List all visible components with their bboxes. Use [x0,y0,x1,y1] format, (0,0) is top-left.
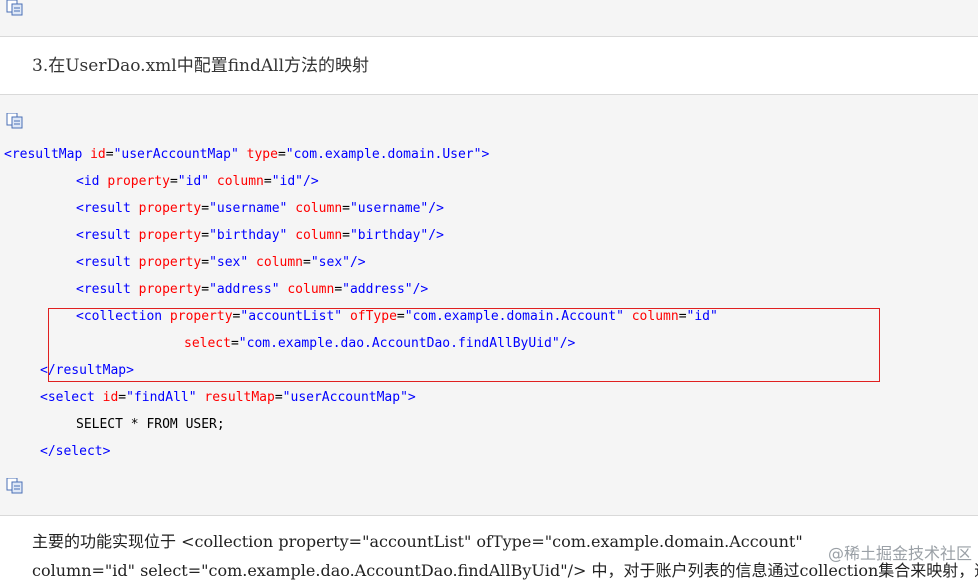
watermark: @稀土掘金技术社区 [827,544,972,563]
code-line-11: SELECT * FROM USER; [76,417,225,432]
copy-code-icon[interactable] [6,477,24,494]
code-line-5: <result property="sex" column="sex"/> [76,255,366,270]
code-line-4: <result property="birthday" column="birt… [76,228,444,243]
code-line-12: </select> [40,444,111,459]
copy-code-icon[interactable] [6,112,24,129]
code-line-2: <id property="id" column="id"/> [76,174,319,189]
paragraph-line-2: column="id" select="com.example.dao.Acco… [32,561,978,580]
code-line-3: <result property="username" column="user… [76,201,444,216]
code-line-10: <select id="findAll" resultMap="userAcco… [40,390,416,405]
copy-code-icon[interactable] [6,0,24,16]
code-line-6: <result property="address" column="addre… [76,282,429,297]
section-heading: 3.在UserDao.xml中配置findAll方法的映射 [32,56,370,76]
highlight-box [48,308,880,382]
code-block-top [0,0,978,37]
code-line-1: <resultMap id="userAccountMap" type="com… [4,147,490,162]
paragraph-line-1: 主要的功能实现位于 <collection property="accountL… [32,532,803,551]
